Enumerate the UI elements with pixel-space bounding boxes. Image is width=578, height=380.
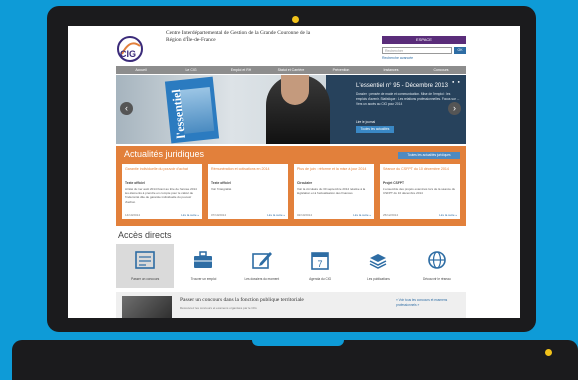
card-title[interactable]: Rémunération et cotisations en 2014 (211, 167, 285, 172)
slide-button[interactable]: Toutes les actualités (356, 126, 394, 133)
nav-item-emploi[interactable]: Emploi et RH (216, 66, 266, 74)
card-category: Texte officiel (125, 181, 145, 185)
quick-access-agenda[interactable]: 7 Agenda du CIG (291, 244, 349, 288)
legal-news-section: Actualités juridiques Toutes les actuali… (116, 146, 466, 226)
featured-news: Passer un concours dans la fonction publ… (116, 292, 466, 318)
card-read-more[interactable]: Lire la suite » (267, 213, 285, 217)
hero-slider: l'essentiel L'essentiel n° 95 - Décembre… (116, 75, 466, 144)
card-date: 02/10/2014 (297, 213, 313, 217)
quick-access-dossiers[interactable]: Les dossiers du moment (233, 244, 291, 288)
org-name: Centre Interdépartemental de Gestion de … (166, 30, 311, 43)
quick-access-concours[interactable]: Passer un concours (116, 244, 175, 288)
slider-dots[interactable]: ● ● (452, 79, 461, 84)
news-card[interactable]: Rémunération et cotisations en 2014 Text… (208, 164, 288, 219)
card-category: Texte officiel (211, 181, 231, 185)
card-read-more[interactable]: Lire la suite » (181, 213, 199, 217)
laptop-base-notch (252, 340, 344, 346)
card-title[interactable]: Garantie individuelle du pouvoir d'achat (125, 167, 199, 172)
card-date: 07/10/2014 (211, 213, 227, 217)
briefcase-icon (194, 251, 213, 268)
card-text: Voir la circulaire du 30 septembre 2014 … (297, 187, 366, 196)
laptop-screen: CIG Centre Interdépartemental de Gestion… (68, 26, 520, 318)
news-link[interactable]: » Voir tous les concours et examens prof… (396, 298, 461, 307)
news-thumbnail[interactable] (122, 296, 172, 318)
camera-dot (292, 16, 299, 23)
person-face (281, 75, 309, 105)
card-title[interactable]: Séance du CSFPT du 10 décembre 2014 (383, 167, 457, 172)
nav-item-prevention[interactable]: Prévention (316, 66, 366, 74)
card-category: Projet CSFPT (383, 181, 405, 185)
site-header: CIG Centre Interdépartemental de Gestion… (68, 26, 520, 64)
calendar-day: 7 (318, 259, 323, 269)
card-text: Voir l'intégralité (211, 187, 232, 191)
card-text: Arrêté du 1er août 2014 fixant au titre … (125, 187, 197, 204)
all-legal-news-button[interactable]: Toutes les actualités juridiques (398, 152, 460, 159)
globe-icon (427, 251, 446, 269)
quick-access-label: Trouver un emploi (190, 277, 217, 281)
card-date: 25/12/2014 (383, 213, 399, 217)
espace-button[interactable]: ESPACE (382, 36, 466, 44)
magazine-cover[interactable]: l'essentiel (164, 76, 220, 144)
logo-text: CIG (120, 49, 136, 59)
nav-item-concours[interactable]: Concours (416, 66, 466, 74)
slider-prev-arrow-icon[interactable]: ‹ (120, 102, 133, 115)
laptop-base (12, 340, 578, 380)
main-nav: Accueil Le CIG Emploi et RH Statut et Ca… (116, 66, 466, 74)
card-date: 14/10/2014 (125, 213, 141, 217)
news-card[interactable]: Séance du CSFPT du 10 décembre 2014 Proj… (380, 164, 460, 219)
quick-access-emploi[interactable]: Trouver un emploi (174, 244, 232, 288)
nav-item-statut[interactable]: Statut et Carrière (266, 66, 316, 74)
search-button[interactable]: OK (454, 47, 466, 54)
news-text: Découvrez les concours et examens organi… (180, 306, 257, 310)
card-text: L'ensemble des projets examinés lors de … (383, 187, 456, 196)
nav-item-instances[interactable]: Instances (366, 66, 416, 74)
slide-title: L'essentiel n° 95 - Décembre 2013 (356, 83, 448, 89)
power-led (545, 349, 552, 356)
quick-access-bar: Passer un concours Trouver un emploi Les… (116, 244, 466, 288)
news-title[interactable]: Passer un concours dans la fonction publ… (180, 297, 304, 303)
quick-access-label: Les dossiers du moment (244, 277, 280, 281)
edit-icon (252, 252, 272, 269)
slider-next-arrow-icon[interactable]: › (448, 102, 461, 115)
quick-access-label: Découvrir le réseau (422, 277, 451, 281)
search-input[interactable]: Rechercher (382, 47, 452, 54)
advanced-search-link[interactable]: Recherche avancée (382, 56, 413, 60)
cig-logo[interactable]: CIG (116, 36, 144, 62)
legal-news-title: Actualités juridiques (124, 149, 205, 159)
exam-icon (135, 251, 155, 269)
card-category: Circulaire (297, 181, 313, 185)
news-card[interactable]: Plus de juin : réforme et la mise à jour… (294, 164, 374, 219)
quick-access-label: Agenda du CIG (309, 277, 332, 281)
calendar-icon: 7 (311, 252, 329, 270)
quick-access-label: Les publications (367, 277, 390, 281)
card-title[interactable]: Plus de juin : réforme et la mise à jour… (297, 167, 371, 172)
slide-read-label: Lire le journal (356, 120, 376, 124)
quick-access-publications[interactable]: Les publications (349, 244, 407, 288)
books-icon (370, 254, 387, 269)
quick-access-reseau[interactable]: Découvrir le réseau (408, 244, 466, 288)
nav-item-le-cig[interactable]: Le CIG (166, 66, 216, 74)
nav-item-accueil[interactable]: Accueil (116, 66, 166, 74)
card-read-more[interactable]: Lire la suite » (439, 213, 457, 217)
slide-body: Dossier : pensée de mode et communicatio… (356, 92, 460, 106)
quick-access-title: Accès directs (118, 230, 172, 240)
card-read-more[interactable]: Lire la suite » (353, 213, 371, 217)
news-card[interactable]: Garantie individuelle du pouvoir d'achat… (122, 164, 202, 219)
quick-access-label: Passer un concours (131, 277, 160, 281)
